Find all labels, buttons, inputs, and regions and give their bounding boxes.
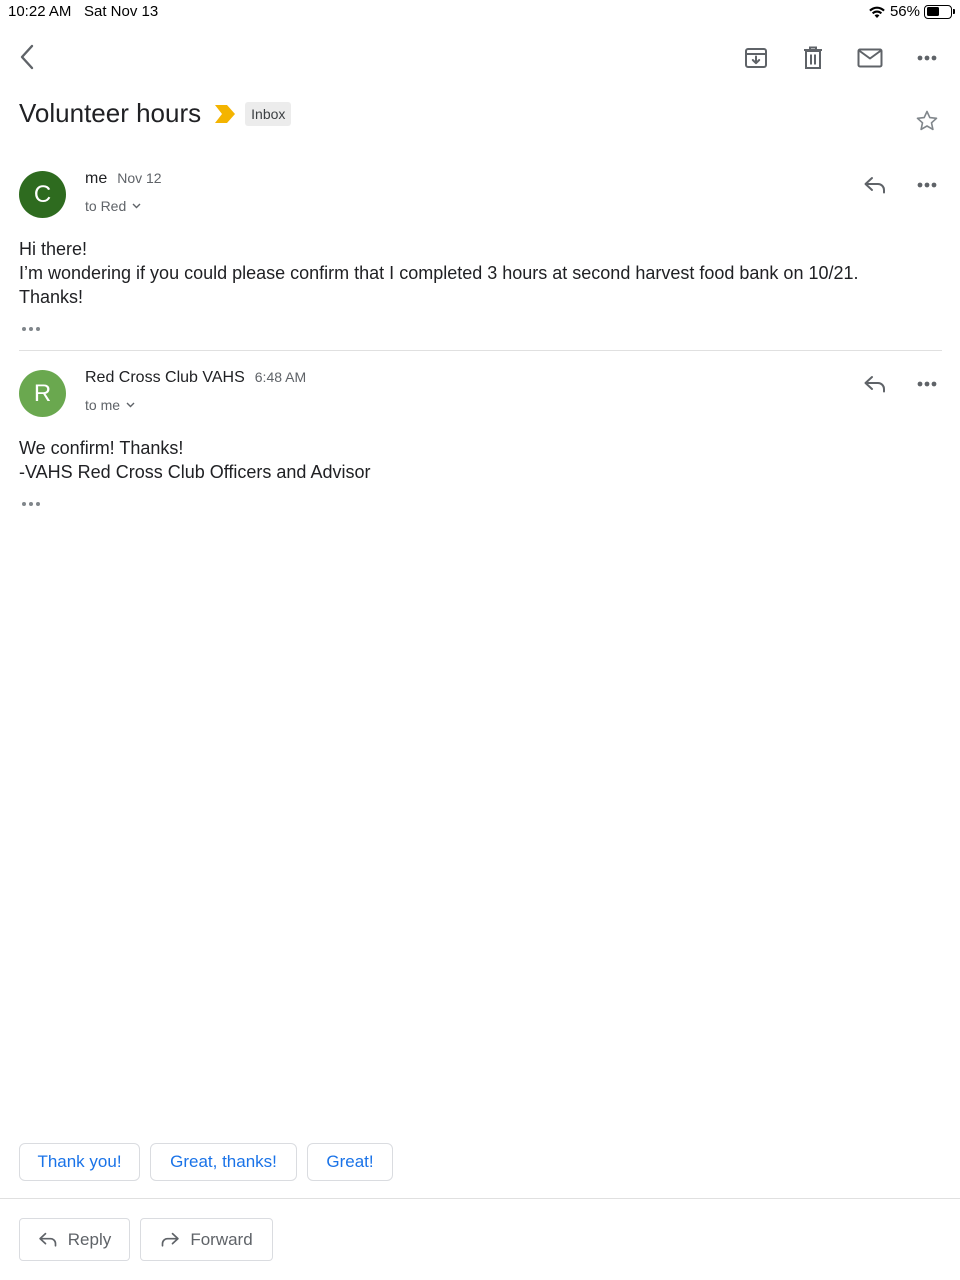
forward-button-label: Forward bbox=[190, 1229, 253, 1249]
more-horizontal-icon bbox=[917, 182, 937, 188]
reply-icon-button[interactable] bbox=[860, 369, 890, 399]
show-trimmed-content-icon[interactable] bbox=[21, 500, 41, 508]
message-body-line: -VAHS Red Cross Club Officers and Adviso… bbox=[19, 462, 371, 482]
importance-marker-icon[interactable] bbox=[215, 104, 236, 123]
chevron-left-icon bbox=[20, 44, 34, 70]
more-horizontal-icon bbox=[917, 55, 937, 61]
bottom-divider bbox=[0, 1198, 960, 1199]
sender-name: me bbox=[85, 170, 108, 187]
star-icon bbox=[916, 110, 938, 131]
smart-reply-chip[interactable]: Great! bbox=[307, 1143, 393, 1181]
sender-name: Red Cross Club VAHS bbox=[85, 369, 245, 386]
show-trimmed-content-icon[interactable] bbox=[21, 325, 41, 333]
archive-icon bbox=[745, 48, 767, 68]
more-horizontal-icon bbox=[917, 381, 937, 387]
message-body-line: I’m wondering if you could please confir… bbox=[19, 263, 864, 307]
status-bar: 10:22 AM Sat Nov 13 56% bbox=[0, 0, 960, 24]
recipients-toggle[interactable]: to me bbox=[85, 397, 135, 413]
status-time: 10:22 AM bbox=[8, 3, 72, 20]
reply-button-label: Reply bbox=[67, 1229, 112, 1249]
message-time: 6:48 AM bbox=[254, 369, 307, 385]
thread-subject: Volunteer hours bbox=[19, 98, 202, 128]
status-date: Sat Nov 13 bbox=[84, 3, 159, 20]
recipients-label: to Red bbox=[85, 198, 127, 214]
trash-icon bbox=[804, 46, 822, 69]
subject-row: Volunteer hours Inbox bbox=[19, 98, 292, 129]
chevron-down-icon bbox=[132, 203, 141, 209]
message-body: We confirm! Thanks! -VAHS Red Cross Club… bbox=[19, 436, 899, 484]
more-options-button[interactable] bbox=[911, 42, 943, 74]
star-button[interactable] bbox=[912, 106, 942, 136]
battery-icon bbox=[924, 4, 955, 19]
forward-icon bbox=[161, 1232, 180, 1247]
message-divider bbox=[19, 350, 942, 351]
message-header[interactable]: Red Cross Club VAHS 6:48 AM bbox=[85, 369, 306, 387]
delete-button[interactable] bbox=[797, 42, 829, 74]
wifi-icon bbox=[869, 6, 885, 18]
mark-unread-button[interactable] bbox=[854, 42, 886, 74]
back-button[interactable] bbox=[12, 42, 42, 72]
message-time: Nov 12 bbox=[117, 170, 162, 186]
recipients-toggle[interactable]: to Red bbox=[85, 198, 141, 214]
reply-icon-button[interactable] bbox=[860, 170, 890, 200]
avatar[interactable]: C bbox=[19, 171, 66, 218]
message-more-button[interactable] bbox=[911, 369, 943, 399]
smart-reply-chip[interactable]: Great, thanks! bbox=[150, 1143, 297, 1181]
status-right: 56% bbox=[868, 3, 955, 20]
smart-reply-chip[interactable]: Thank you! bbox=[19, 1143, 140, 1181]
message-body: Hi there! I’m wondering if you could ple… bbox=[19, 237, 899, 309]
battery-fill bbox=[926, 7, 940, 16]
message-body-line: We confirm! Thanks! bbox=[19, 438, 184, 458]
message-body-line: Hi there! bbox=[19, 239, 88, 259]
message-header[interactable]: me Nov 12 bbox=[85, 170, 162, 188]
forward-button[interactable]: Forward bbox=[140, 1218, 273, 1261]
reply-icon bbox=[864, 376, 885, 393]
battery-percent: 56% bbox=[889, 3, 920, 20]
reply-icon bbox=[864, 177, 885, 194]
label-chip-inbox[interactable]: Inbox bbox=[245, 101, 292, 126]
mail-icon bbox=[857, 48, 883, 68]
reply-icon bbox=[39, 1232, 57, 1247]
message-more-button[interactable] bbox=[911, 170, 943, 200]
reply-button[interactable]: Reply bbox=[19, 1218, 130, 1261]
chevron-down-icon bbox=[126, 402, 135, 408]
avatar[interactable]: R bbox=[19, 370, 66, 417]
recipients-label: to me bbox=[85, 397, 121, 413]
archive-button[interactable] bbox=[740, 42, 772, 74]
